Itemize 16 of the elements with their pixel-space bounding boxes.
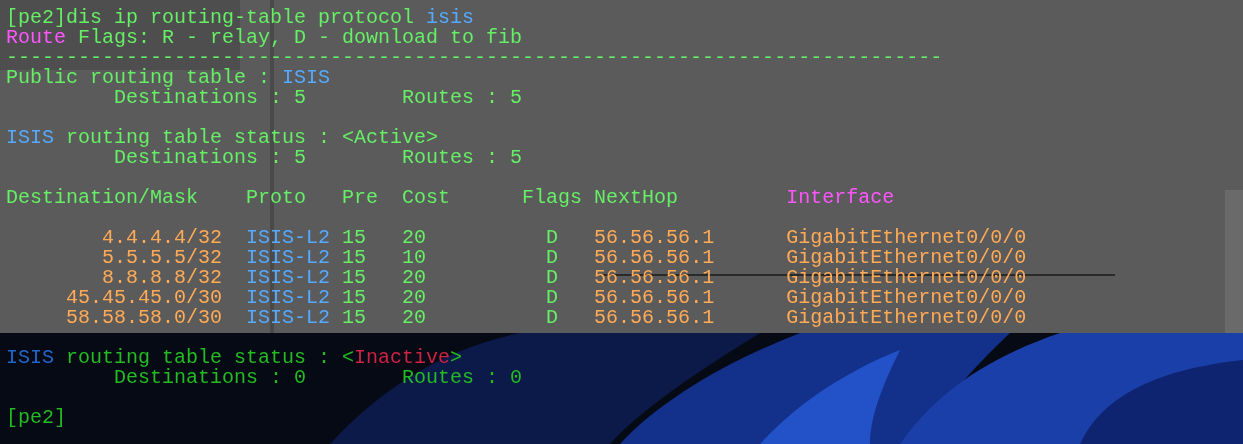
terminal-line: Route Flags: R - relay, D - download to fib [6, 26, 523, 49]
terminal-line: Destination/Mask Proto Pre Cost Flags NextHop Interface [6, 186, 895, 209]
terminal-line: Destinations : 0 Routes : 0 [114, 366, 523, 389]
terminal-line: [pe2] [6, 406, 66, 429]
terminal-line: 5.5.5.5/32 ISIS-L2 15 10 D 56.56.56.1 GigabitEthernet0/0/0 [101, 246, 1027, 269]
terminal-line: ------------------------------------------------------------------------------ [6, 46, 943, 69]
terminal-line: 4.4.4.4/32 ISIS-L2 15 20 D 56.56.56.1 GigabitEthernet0/0/0 [101, 226, 1027, 249]
terminal-line: 58.58.58.0/30 ISIS-L2 15 20 D 56.56.56.1 GigabitEthernet0/0/0 [65, 306, 1027, 329]
terminal-line: [pe2]dis ip routing-table protocol isis [6, 6, 475, 29]
terminal-line: ISIS routing table status : <Active> [6, 126, 439, 149]
terminal-line: ISIS routing table status : <Inactive> [6, 346, 463, 369]
terminal-line: 45.45.45.0/30 ISIS-L2 15 20 D 56.56.56.1 GigabitEthernet0/0/0 [65, 286, 1027, 309]
terminal-line: Public routing table : ISIS [6, 66, 331, 89]
terminal-line: Destinations : 5 Routes : 5 [114, 86, 523, 109]
terminal-line: 8.8.8.8/32 ISIS-L2 15 20 D 56.56.56.1 GigabitEthernet0/0/0 [102, 266, 1027, 289]
terminal-line: Destinations : 5 Routes : 5 [114, 146, 523, 169]
